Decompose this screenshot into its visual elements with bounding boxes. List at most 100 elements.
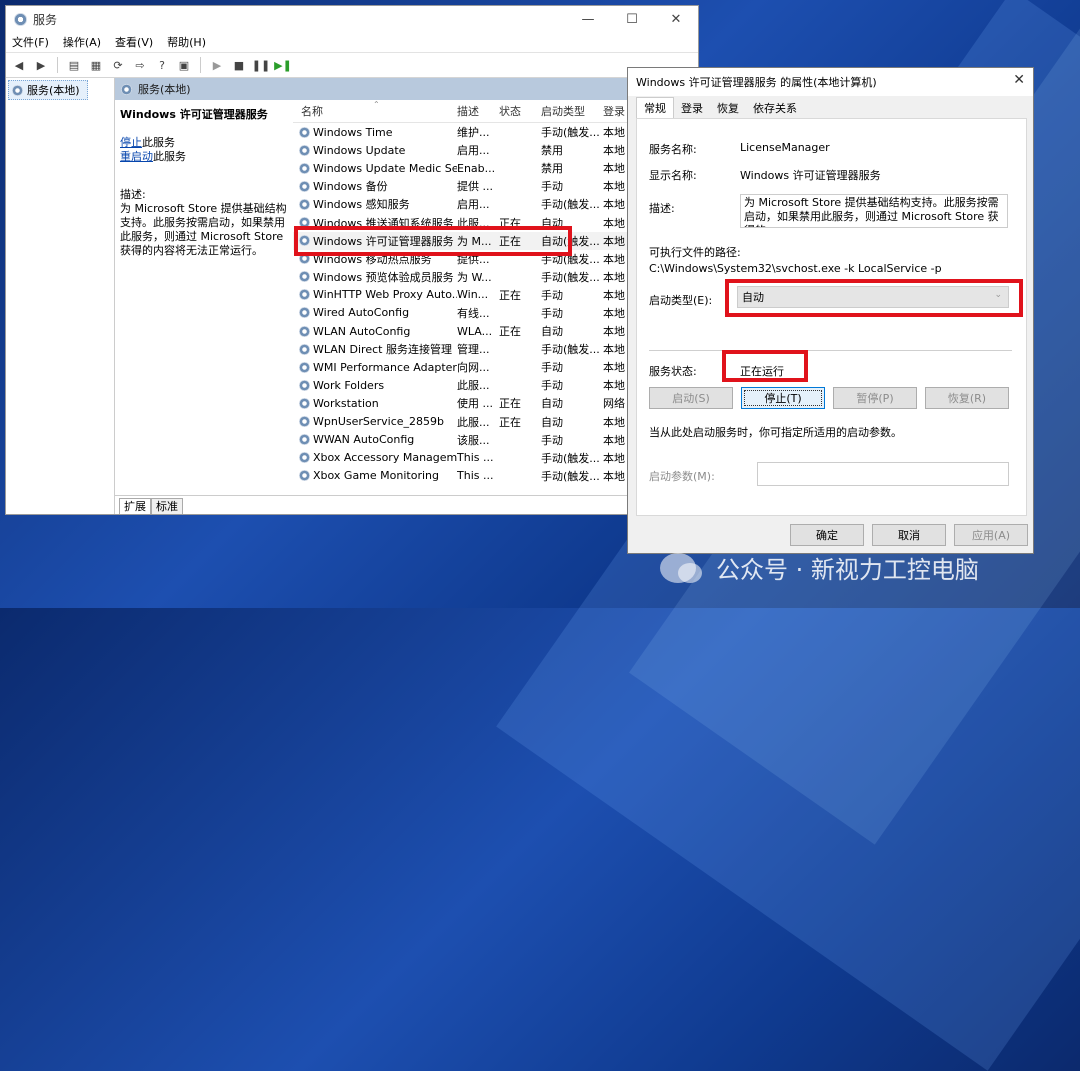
service-name-label: 服务名称: [649,143,697,156]
tab-recovery[interactable]: 恢复 [710,98,746,118]
general-panel: 服务名称: LicenseManager 显示名称: Windows 许可证管理… [636,118,1027,516]
panel-icon[interactable]: ▣ [175,56,193,74]
service-gear-icon [299,307,310,319]
forward-arrow-icon[interactable]: ▶ [32,56,50,74]
service-status-cell: 正在 [499,288,521,302]
cancel-button[interactable]: 取消 [872,524,946,546]
export-list-icon[interactable]: ⇨ [131,56,149,74]
service-startup-type-cell: 手动(触发... [541,198,600,212]
service-name-text: Windows 许可证管理器服务 [313,234,454,248]
tab-standard[interactable]: 标准 [151,498,183,514]
service-gear-icon [299,361,310,373]
stop-button[interactable]: 停止(T) [741,387,825,409]
maximize-button[interactable]: ☐ [610,6,654,32]
pause-button[interactable]: 暂停(P) [833,387,917,409]
pause-service-icon[interactable]: ❚❚ [252,56,270,74]
watermark-text: 公众号 · 新视力工控电脑 [716,556,979,584]
console-tree: 服务(本地) [6,78,115,514]
service-name-cell: Windows Update Medic Se... [293,162,457,175]
service-name-cell: Windows 感知服务 [293,196,457,212]
menu-file[interactable]: 文件(F) [12,34,49,50]
restart-service-icon[interactable]: ▶❚ [274,56,292,74]
services-pane: 服务(本地) Windows 许可证管理器服务 停止此服务 重启动此服务 描述:… [115,78,702,514]
service-startup-type-cell: 手动(触发... [541,451,600,465]
tab-general[interactable]: 常规 [636,97,674,118]
startup-type-select[interactable]: 自动 ⌄ [737,286,1009,308]
watermark: 公众号 · 新视力工控电脑 [660,550,979,585]
start-params-input[interactable] [757,462,1009,486]
resume-button[interactable]: 恢复(R) [925,387,1009,409]
service-gear-icon [299,397,310,409]
service-description-cell: 提供 ... [457,180,493,194]
back-arrow-icon[interactable]: ◀ [10,56,28,74]
tree-item-services-local[interactable]: 服务(本地) [8,80,88,100]
service-startup-type-cell: 自动(触发... [541,234,600,248]
service-name-value: LicenseManager [740,141,830,154]
services-titlebar: 服务 — ☐ ✕ [6,6,698,32]
column-header-startup-type[interactable]: 启动类型 [541,103,603,119]
service-name-cell: Windows 许可证管理器服务 [293,233,457,249]
menu-bar: 文件(F) 操作(A) 查看(V) 帮助(H) [6,32,698,52]
restart-service-link[interactable]: 重启动 [120,150,153,163]
properties-icon[interactable]: ▦ [87,56,105,74]
service-name-cell: WinHTTP Web Proxy Auto... [293,288,457,301]
pane-header: 服务(本地) [115,78,698,100]
menu-help[interactable]: 帮助(H) [167,34,206,50]
service-description-cell: 向网... [457,361,490,375]
service-description-cell: 该服... [457,433,490,447]
column-header-status[interactable]: 状态 [499,103,541,119]
close-button[interactable]: ✕ [654,6,698,32]
tab-dependencies[interactable]: 依存关系 [746,98,804,118]
service-name-cell: WWAN AutoConfig [293,433,457,446]
service-startup-type-cell: 手动(触发... [541,126,600,140]
service-name-text: Windows 感知服务 [313,198,410,212]
selected-service-title: Windows 许可证管理器服务 [120,108,268,121]
column-header-description[interactable]: 描述 [457,103,499,119]
help-icon[interactable]: ? [153,56,171,74]
service-gear-icon [299,144,310,156]
dialog-close-icon[interactable]: ✕ [1013,72,1025,88]
start-button[interactable]: 启动(S) [649,387,733,409]
service-startup-type-cell: 禁用 [541,162,563,176]
service-description-cell: 有线... [457,306,490,320]
startup-type-label: 启动类型(E): [649,294,713,307]
start-service-icon[interactable]: ▶ [208,56,226,74]
service-name-text: Windows 预览体验成员服务 [313,270,454,284]
service-name-text: WMI Performance Adapter [313,360,457,374]
service-gear-icon [299,470,310,482]
display-name-value: Windows 许可证管理器服务 [740,169,881,182]
startup-type-value: 自动 [742,291,764,304]
menu-action[interactable]: 操作(A) [63,34,101,50]
refresh-icon[interactable]: ⟳ [109,56,127,74]
tab-extended[interactable]: 扩展 [119,498,151,514]
start-params-label: 启动参数(M): [649,470,715,483]
service-name-cell: WpnUserService_2859b [293,415,457,428]
tree-item-label: 服务(本地) [27,84,80,97]
apply-button[interactable]: 应用(A) [954,524,1028,546]
ok-button[interactable]: 确定 [790,524,864,546]
service-description-cell: 此服... [457,379,490,393]
service-status-label: 服务状态: [649,365,697,378]
service-name-text: Windows 备份 [313,180,388,194]
service-startup-type-cell: 手动 [541,361,563,375]
service-name-text: WpnUserService_2859b [313,415,445,429]
service-gear-icon [299,253,310,265]
start-params-hint: 当从此处启动服务时，你可指定所适用的启动参数。 [649,426,902,439]
service-name-text: Xbox Accessory Managem... [313,451,457,465]
service-name-cell: Windows 备份 [293,178,457,194]
service-gear-icon [299,379,310,391]
service-gear-icon [299,235,310,247]
service-startup-type-cell: 手动(触发... [541,469,600,483]
show-console-tree-icon[interactable]: ▤ [65,56,83,74]
executable-path-value: C:\Windows\System32\svchost.exe -k Local… [649,262,942,275]
minimize-button[interactable]: — [566,6,610,32]
dialog-titlebar: Windows 许可证管理器服务 的属性(本地计算机) [628,68,1033,96]
service-gear-icon [299,343,310,355]
pane-header-label: 服务(本地) [138,83,191,96]
menu-view[interactable]: 查看(V) [115,34,153,50]
description-box[interactable]: 为 Microsoft Store 提供基础结构支持。此服务按需启动，如果禁用此… [740,194,1008,228]
service-status-cell: 正在 [499,325,521,339]
tab-logon[interactable]: 登录 [674,98,710,118]
stop-service-icon[interactable]: ■ [230,56,248,74]
stop-service-link[interactable]: 停止 [120,136,142,149]
